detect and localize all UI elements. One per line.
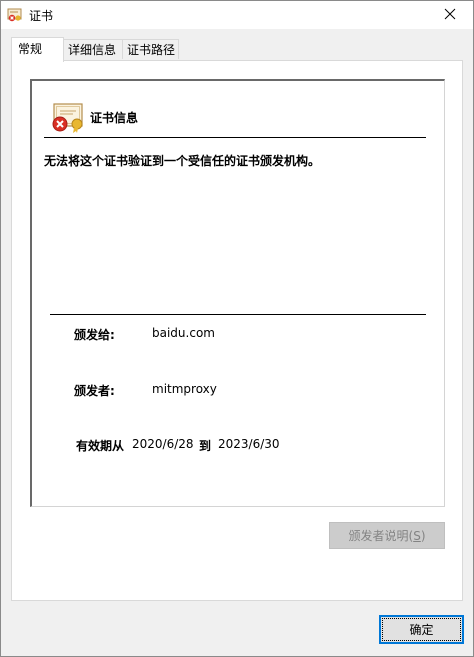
validity-to-label: 到 <box>199 439 212 453</box>
tab-label: 证书路径 <box>127 43 176 57</box>
tab-details[interactable]: 详细信息 <box>63 39 123 59</box>
tab-label: 详细信息 <box>68 43 117 57</box>
certificate-dialog: 证书 常规 详细信息 证书路径 证书信息 无法将这个证书验证到一个受信任的证书颁… <box>0 0 474 657</box>
tab-label: 常规 <box>18 42 43 56</box>
issuer-statement-suffix: ) <box>420 528 426 543</box>
window-title: 证书 <box>29 9 54 23</box>
issuer-statement-label: 颁发者说明( <box>348 529 414 543</box>
issued-to-label: 颁发给: <box>74 328 115 342</box>
certificate-icon <box>7 7 23 23</box>
close-icon <box>444 8 456 23</box>
ok-button[interactable]: 确定 <box>379 615 464 644</box>
certificate-info-heading: 证书信息 <box>90 111 139 125</box>
certificate-error-icon <box>51 102 85 134</box>
close-button[interactable] <box>427 1 473 29</box>
valid-to-value: 2023/6/30 <box>218 437 280 451</box>
issuer-statement-accesskey: S <box>413 528 421 543</box>
valid-from-value: 2020/6/28 <box>132 437 194 451</box>
divider-bottom <box>50 314 426 315</box>
divider-top <box>44 137 426 138</box>
title-bar[interactable]: 证书 <box>1 1 473 29</box>
issuer-statement-button[interactable]: 颁发者说明(S) <box>329 522 445 549</box>
focus-rect <box>382 618 461 641</box>
tab-general[interactable]: 常规 <box>11 37 64 62</box>
issued-by-label: 颁发者: <box>74 384 115 398</box>
issued-to-value: baidu.com <box>152 326 215 340</box>
certificate-info-box: 证书信息 无法将这个证书验证到一个受信任的证书颁发机构。 颁发给: baidu.… <box>30 79 445 507</box>
validity-label: 有效期从 <box>76 439 125 453</box>
tab-cert-path[interactable]: 证书路径 <box>122 39 179 59</box>
general-tab-panel: 证书信息 无法将这个证书验证到一个受信任的证书颁发机构。 颁发给: baidu.… <box>11 60 463 601</box>
issued-by-value: mitmproxy <box>152 382 217 396</box>
verification-warning: 无法将这个证书验证到一个受信任的证书颁发机构。 <box>44 154 321 168</box>
